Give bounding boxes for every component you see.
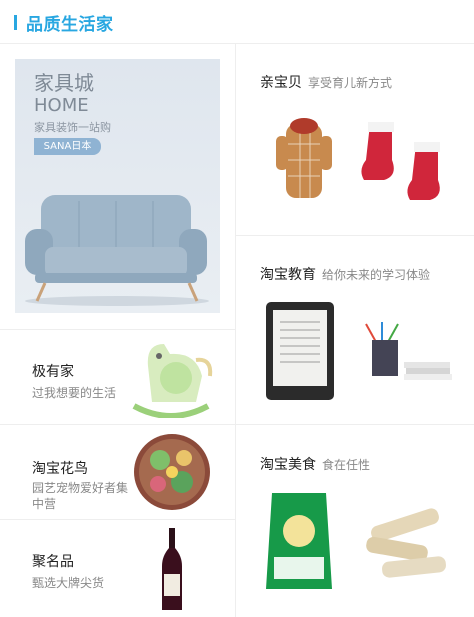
card-subtitle: 食在任性 xyxy=(322,458,371,472)
header-accent-bar xyxy=(14,15,17,30)
card-subtitle: 享受育儿新方式 xyxy=(308,76,393,90)
banner-desc: 家具装饰一站购 xyxy=(34,121,111,134)
quality-life-panel: 品质生活家 家具城 HOME 家具装饰一站购 SANA日本 极有家 过我想要的生… xyxy=(0,0,474,617)
section-header: 品质生活家 xyxy=(0,0,474,44)
card-title: 淘宝美食 xyxy=(260,457,316,473)
card-title: 聚名品 xyxy=(32,554,74,570)
baby-romper-image xyxy=(276,118,332,198)
card-subtitle: 给你未来的学习体验 xyxy=(322,268,431,282)
card-subtitle: 过我想要的生活 xyxy=(32,386,117,400)
baby-shoes-image xyxy=(361,122,440,200)
card-subtitle: 园艺宠物爱好者集中营 xyxy=(32,481,129,511)
taobao-education-card[interactable]: 淘宝教育 给你未来的学习体验 xyxy=(235,235,474,424)
banner-subtitle: HOME xyxy=(34,95,89,116)
wine-bottle-image xyxy=(162,528,182,610)
card-title: 淘宝教育 xyxy=(260,267,316,283)
banner-title: 家具城 xyxy=(34,71,94,95)
sofa-image xyxy=(25,195,209,306)
rice-bag-image xyxy=(266,493,332,589)
card-subtitle: 甄选大牌尖货 xyxy=(32,576,105,590)
jiyoujia-card[interactable]: 极有家 过我想要的生活 xyxy=(0,329,235,424)
jiyoujia-banner-card[interactable]: 家具城 HOME 家具装饰一站购 SANA日本 xyxy=(0,44,235,329)
juminpin-card[interactable]: 聚名品 甄选大牌尖货 xyxy=(0,519,235,617)
ebook-reader-image xyxy=(266,302,334,400)
card-title: 亲宝贝 xyxy=(260,75,302,91)
card-title: 极有家 xyxy=(32,364,74,380)
banner-tag: SANA日本 xyxy=(34,138,101,155)
dried-mushroom-image xyxy=(366,508,446,578)
succulent-plants-image xyxy=(134,434,210,510)
rocking-horse-image xyxy=(132,344,213,418)
taobao-flower-card[interactable]: 淘宝花鸟 园艺宠物爱好者集中营 xyxy=(0,424,235,519)
section-title: 品质生活家 xyxy=(26,15,114,35)
card-title: 淘宝花鸟 xyxy=(32,461,88,477)
qinbaobei-card[interactable]: 亲宝贝 享受育儿新方式 xyxy=(235,44,474,235)
taobao-food-card[interactable]: 淘宝美食 食在任性 xyxy=(235,424,474,617)
furniture-banner: 家具城 HOME 家具装饰一站购 SANA日本 xyxy=(15,59,220,313)
pencil-holder-image xyxy=(365,322,452,380)
